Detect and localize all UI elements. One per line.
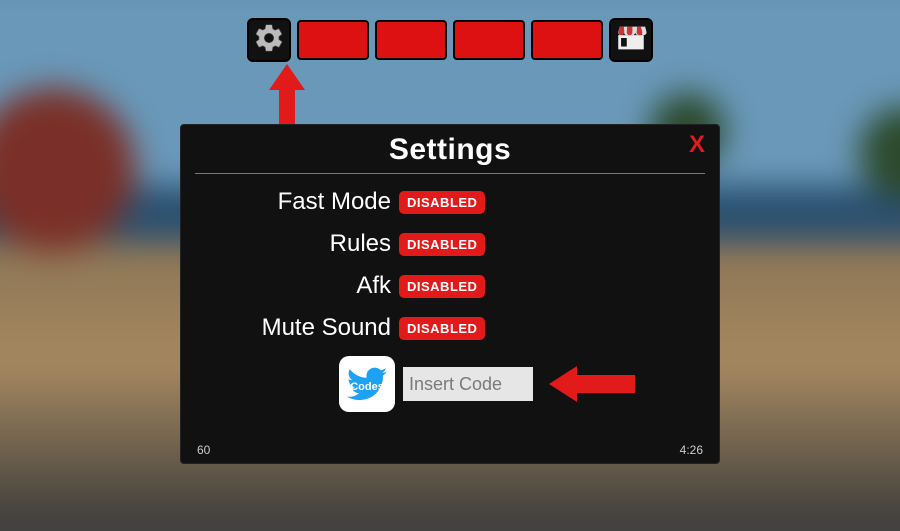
setting-label: Fast Mode	[207, 188, 391, 216]
codes-button[interactable]: Codes	[339, 356, 395, 412]
codes-icon-label: Codes	[350, 381, 384, 393]
setting-label: Rules	[207, 230, 391, 258]
setting-label: Mute Sound	[207, 314, 391, 342]
gear-icon	[253, 22, 285, 59]
footer-right-time: 4:26	[680, 443, 703, 457]
toggle-rules[interactable]: DISABLED	[399, 233, 485, 256]
code-input[interactable]	[403, 367, 533, 401]
annotation-arrow-up	[269, 64, 305, 124]
hotbar-slot[interactable]	[297, 20, 369, 60]
panel-footer: 60 4:26	[195, 441, 705, 457]
hotbar-slot[interactable]	[453, 20, 525, 60]
shop-icon	[614, 21, 648, 60]
codes-row: Codes	[339, 356, 705, 412]
settings-panel: Settings X Fast Mode DISABLED Rules DISA…	[180, 124, 720, 464]
footer-left-value: 60	[197, 443, 210, 457]
setting-row-afk: Afk DISABLED	[207, 268, 705, 304]
close-button[interactable]: X	[689, 131, 705, 159]
hotbar-slot[interactable]	[375, 20, 447, 60]
toggle-afk[interactable]: DISABLED	[399, 275, 485, 298]
setting-row-mute-sound: Mute Sound DISABLED	[207, 310, 705, 346]
divider	[195, 173, 705, 174]
setting-row-rules: Rules DISABLED	[207, 226, 705, 262]
panel-title: Settings	[195, 133, 705, 171]
annotation-arrow-left	[549, 366, 635, 402]
toggle-mute-sound[interactable]: DISABLED	[399, 317, 485, 340]
setting-label: Afk	[207, 272, 391, 300]
settings-button[interactable]	[247, 18, 291, 62]
top-bar	[247, 18, 653, 62]
shop-button[interactable]	[609, 18, 653, 62]
setting-row-fast-mode: Fast Mode DISABLED	[207, 184, 705, 220]
hotbar-slot[interactable]	[531, 20, 603, 60]
hotbar-slots	[297, 20, 603, 60]
toggle-fast-mode[interactable]: DISABLED	[399, 191, 485, 214]
